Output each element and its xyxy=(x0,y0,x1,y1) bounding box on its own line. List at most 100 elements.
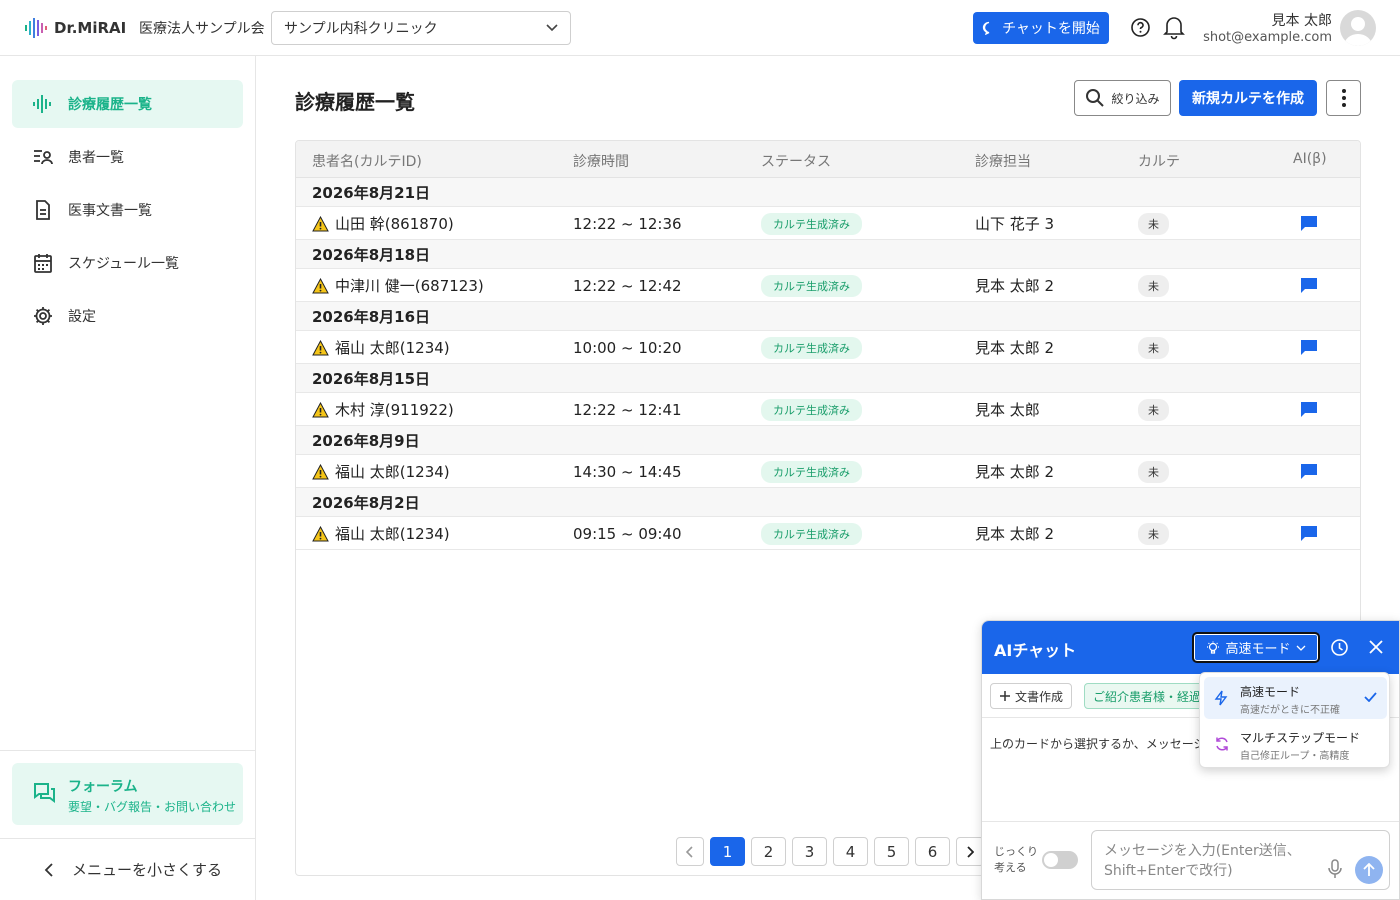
sidebar-item-settings[interactable]: 設定 xyxy=(12,292,243,340)
document-icon xyxy=(36,200,50,220)
status-cell: カルテ生成済み xyxy=(761,269,862,302)
history-icon[interactable] xyxy=(1330,638,1349,657)
doctor-name: 見本 太郎 2 xyxy=(975,339,1055,357)
column-header-doctor[interactable]: 診療担当 xyxy=(975,151,1031,171)
more-options-button[interactable] xyxy=(1326,80,1361,116)
chip-label: 文書作成 xyxy=(1015,689,1064,704)
more-vertical-icon xyxy=(1341,89,1346,107)
refresh-icon xyxy=(1216,737,1228,751)
table-row[interactable]: 山田 幹(861870) 12:22 ~ 12:36 カルテ生成済み 山下 花子 3 未 xyxy=(296,207,1360,240)
filter-button[interactable]: 絞り込み xyxy=(1074,80,1171,116)
table-row[interactable]: 福山 太郎(1234) 10:00 ~ 10:20 カルテ生成済み 見本 太郎 2 未 xyxy=(296,331,1360,364)
doctor-name: 見本 太郎 xyxy=(975,401,1040,419)
patient-name[interactable]: 福山 太郎(1234) xyxy=(335,337,450,358)
status-cell: カルテ生成済み xyxy=(761,207,862,240)
plus-icon xyxy=(1000,691,1010,701)
ai-chat-icon[interactable] xyxy=(1300,215,1318,232)
table-row[interactable]: 木村 淳(911922) 12:22 ~ 12:41 カルテ生成済み 見本 太郎 未 xyxy=(296,393,1360,426)
column-header-karte[interactable]: カルテ xyxy=(1138,151,1180,171)
deep-think-toggle[interactable] xyxy=(1042,851,1078,869)
patient-name[interactable]: 木村 淳(911922) xyxy=(335,399,454,420)
sidebar: 診療履歴一覧 患者一覧 医事文書一覧 スケジュール一覧 設定 フォーラム 要望・… xyxy=(0,56,256,900)
visit-time: 12:22 ~ 12:36 xyxy=(573,214,682,233)
patient-cell: 福山 太郎(1234) xyxy=(312,517,450,550)
visit-time: 09:15 ~ 09:40 xyxy=(573,524,682,543)
waveform-logo-icon xyxy=(25,18,47,38)
chip-document-create[interactable]: 文書作成 xyxy=(990,683,1073,709)
ai-chat-icon[interactable] xyxy=(1300,525,1318,542)
karte-cell: 未 xyxy=(1138,393,1169,426)
doctor-name: 見本 太郎 2 xyxy=(975,277,1055,295)
ai-chat-icon[interactable] xyxy=(1300,339,1318,356)
org-name: 医療法人サンプル会 xyxy=(139,21,265,37)
check-icon xyxy=(1364,692,1377,702)
mode-select-button[interactable]: 高速モード xyxy=(1192,632,1320,663)
table-row[interactable]: 福山 太郎(1234) 14:30 ~ 14:45 カルテ生成済み 見本 太郎 2 未 xyxy=(296,455,1360,488)
forum-title: フォーラム xyxy=(68,779,138,795)
date-group-header: 2026年8月15日 xyxy=(296,364,1360,393)
sidebar-item-patients[interactable]: 患者一覧 xyxy=(12,133,243,181)
chevron-down-icon xyxy=(1296,645,1305,651)
sidebar-item-documents[interactable]: 医事文書一覧 xyxy=(12,186,243,234)
mode-option-title: 高速モード xyxy=(1240,685,1301,699)
status-badge: カルテ生成済み xyxy=(761,398,862,421)
prev-page-button[interactable] xyxy=(676,837,704,866)
forum-icon xyxy=(34,783,55,803)
clinic-select[interactable]: サンプル内科クリニック xyxy=(271,11,571,45)
patient-name[interactable]: 中津川 健一(687123) xyxy=(335,275,484,296)
avatar[interactable] xyxy=(1340,10,1376,46)
sidebar-item-label: 設定 xyxy=(68,309,96,325)
chevron-down-icon xyxy=(546,24,558,32)
patient-name[interactable]: 福山 太郎(1234) xyxy=(335,461,450,482)
start-chat-button[interactable]: チャットを開始 xyxy=(973,12,1109,44)
patient-name[interactable]: 山田 幹(861870) xyxy=(335,213,454,234)
column-header-status[interactable]: ステータス xyxy=(761,151,831,171)
status-badge: カルテ生成済み xyxy=(761,212,862,235)
sidebar-item-schedule[interactable]: スケジュール一覧 xyxy=(12,239,243,287)
page-button-4[interactable]: 4 xyxy=(833,837,868,866)
karte-badge: 未 xyxy=(1138,398,1169,421)
date-group-header: 2026年8月2日 xyxy=(296,488,1360,517)
collapse-menu-button[interactable]: メニューを小さくする xyxy=(44,859,222,880)
column-header-patient[interactable]: 患者名(カルテID) xyxy=(312,151,422,171)
mode-option-fast[interactable]: 高速モード 高速だがときに不正確 xyxy=(1204,677,1387,719)
help-icon[interactable] xyxy=(1130,17,1151,38)
close-icon[interactable] xyxy=(1368,639,1384,655)
sidebar-item-visit-history[interactable]: 診療履歴一覧 xyxy=(12,80,243,128)
sidebar-divider xyxy=(0,750,256,751)
patient-name[interactable]: 福山 太郎(1234) xyxy=(335,523,450,544)
page-button-1[interactable]: 1 xyxy=(710,837,745,866)
patient-cell: 中津川 健一(687123) xyxy=(312,269,484,302)
page-button-2[interactable]: 2 xyxy=(751,837,786,866)
forum-card[interactable]: フォーラム 要望・バグ報告・お問い合わせ xyxy=(12,763,243,825)
filter-label: 絞り込み xyxy=(1111,91,1160,106)
bell-icon[interactable] xyxy=(1163,14,1185,40)
ai-chat-icon[interactable] xyxy=(1300,401,1318,418)
message-input[interactable]: メッセージを入力(Enter送信、Shift+Enterで改行) xyxy=(1091,830,1390,890)
ai-cell xyxy=(1300,455,1318,488)
status-badge: カルテ生成済み xyxy=(761,274,862,297)
page-button-5[interactable]: 5 xyxy=(874,837,909,866)
table-row[interactable]: 中津川 健一(687123) 12:22 ~ 12:42 カルテ生成済み 見本 太郎 … xyxy=(296,269,1360,302)
collapse-menu-label: メニューを小さくする xyxy=(72,861,223,879)
column-header-ai[interactable]: AI(β) xyxy=(1293,151,1327,167)
send-button[interactable] xyxy=(1355,856,1383,884)
karte-cell: 未 xyxy=(1138,517,1169,550)
ai-chat-icon[interactable] xyxy=(1300,277,1318,294)
sidebar-item-label: 医事文書一覧 xyxy=(68,203,152,219)
page-title: 診療履歴一覧 xyxy=(295,90,415,114)
column-header-time[interactable]: 診療時間 xyxy=(573,151,629,171)
mode-select-label: 高速モード xyxy=(1225,642,1291,657)
app-logo[interactable]: Dr.MiRAI xyxy=(24,16,126,40)
mode-option-multistep[interactable]: マルチステップモード 自己修正ループ・高精度 xyxy=(1204,723,1387,765)
karte-badge: 未 xyxy=(1138,522,1169,545)
microphone-icon[interactable] xyxy=(1328,859,1342,879)
page-button-3[interactable]: 3 xyxy=(792,837,827,866)
table-row[interactable]: 福山 太郎(1234) 09:15 ~ 09:40 カルテ生成済み 見本 太郎 2 未 xyxy=(296,517,1360,550)
page-button-6[interactable]: 6 xyxy=(915,837,950,866)
next-page-button[interactable] xyxy=(956,837,984,866)
doctor-name: 見本 太郎 2 xyxy=(975,463,1055,481)
new-chart-button[interactable]: 新規カルテを作成 xyxy=(1179,80,1317,116)
chat-bubble-icon xyxy=(982,21,990,35)
ai-chat-icon[interactable] xyxy=(1300,463,1318,480)
